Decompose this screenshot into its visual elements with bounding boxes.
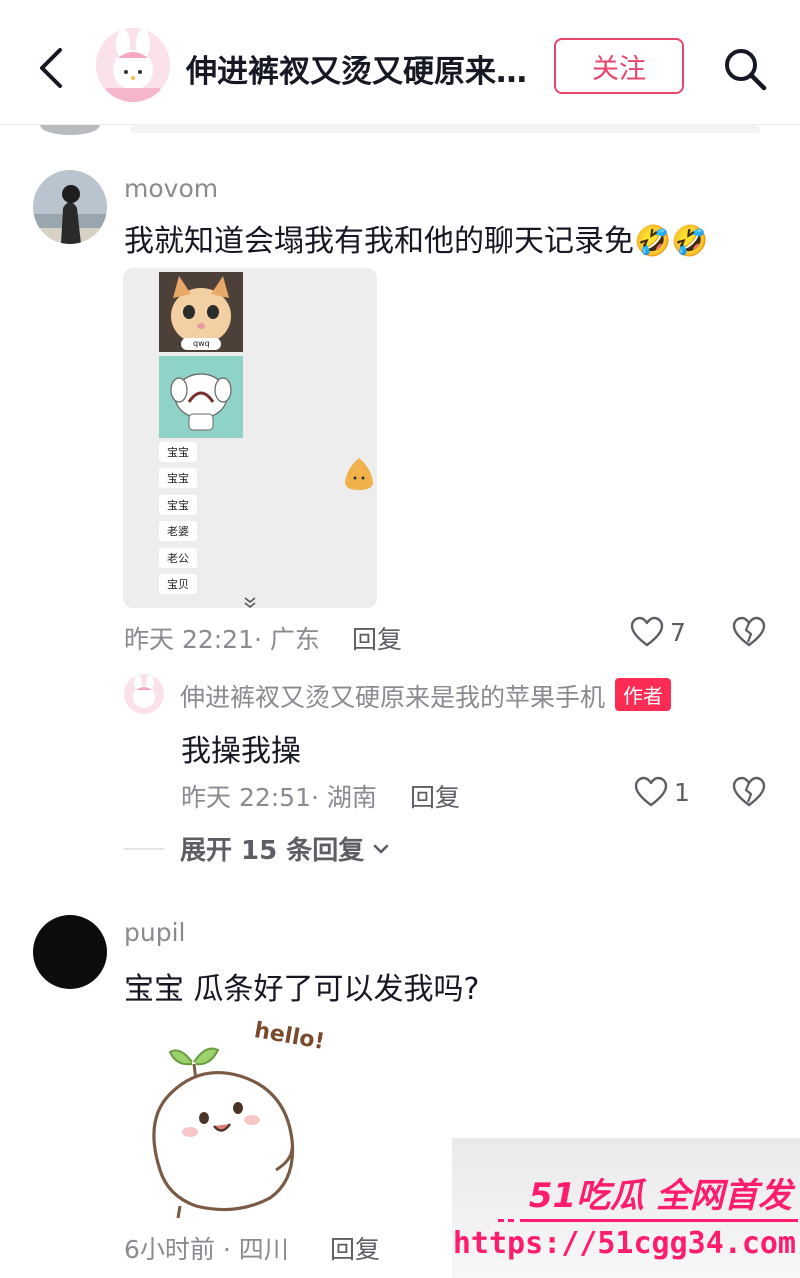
author-avatar[interactable]: [96, 28, 170, 102]
chat-message: 宝宝: [159, 442, 197, 462]
laughing-crying-emoji: 🤣🤣: [634, 224, 709, 259]
sticker-caption: qwq: [193, 339, 210, 348]
chat-message: 宝贝: [159, 574, 197, 594]
reply-button[interactable]: 回复: [352, 620, 402, 656]
chat-message: 宝宝: [159, 468, 197, 488]
chevron-down-icon: [373, 844, 389, 853]
search-icon: [725, 49, 767, 91]
reply-text: 我操我操: [181, 734, 301, 769]
chat-message: 老婆: [159, 521, 197, 541]
watermark-divider: [498, 1219, 798, 1222]
search-button[interactable]: [720, 44, 770, 94]
site-watermark: 51吃瓜 全网首发 https://51cgg34.com: [452, 1138, 800, 1278]
expand-replies-button[interactable]: 展开 15 条回复: [124, 830, 392, 867]
commenter-avatar[interactable]: [33, 170, 107, 244]
dislike-button[interactable]: [732, 776, 766, 812]
comment-meta: 6小时前 · 四川: [124, 1235, 289, 1264]
divider-line: [124, 847, 164, 850]
puppy-sticker: [159, 356, 243, 438]
commenter-avatar[interactable]: [33, 915, 107, 989]
watermark-title: 51吃瓜 全网首发: [528, 1176, 792, 1216]
reply-button[interactable]: 回复: [330, 1230, 380, 1266]
comment-text: 宝宝 瓜条好了可以发我吗?: [124, 972, 480, 1007]
expand-down-icon[interactable]: [241, 594, 259, 608]
comment-username[interactable]: movom: [124, 174, 218, 203]
follow-button[interactable]: 关注: [554, 38, 684, 94]
reply-meta: 昨天 22:51· 湖南: [181, 783, 377, 812]
comment-meta: 昨天 22:21· 广东: [124, 625, 320, 654]
like-button[interactable]: 1: [634, 776, 690, 808]
broken-heart-icon: [732, 616, 766, 647]
chat-screenshot-image[interactable]: qwq 宝宝 宝宝 宝宝 老婆 老公 宝贝: [123, 268, 377, 608]
kitten-sticker: qwq: [159, 272, 243, 352]
chat-message: 老公: [159, 548, 197, 568]
reply-author-avatar[interactable]: [124, 674, 164, 714]
heart-icon: [630, 616, 664, 647]
reply-username[interactable]: 伸进裤衩又烫又硬原来是我的苹果手机 作者: [180, 678, 672, 714]
back-button[interactable]: [32, 44, 72, 92]
chat-message: 宝宝: [159, 495, 197, 515]
hello-sticker-image[interactable]: hello!: [140, 1018, 330, 1220]
chat-other-avatar: [343, 456, 375, 492]
like-button[interactable]: 7: [630, 616, 686, 648]
like-count: 1: [674, 777, 690, 807]
like-count: 7: [670, 617, 686, 647]
header-bar: 伸进裤衩又烫又硬原来是... 关注: [0, 0, 800, 125]
heart-icon: [634, 776, 668, 807]
comment-body: 我就知道会塌我有我和他的聊天记录免: [124, 224, 634, 259]
reply-button[interactable]: 回复: [410, 778, 460, 814]
watermark-url: https://51cgg34.com: [452, 1226, 796, 1261]
author-badge: 作者: [615, 678, 672, 711]
dislike-button[interactable]: [732, 616, 766, 652]
comment-text: 我就知道会塌我有我和他的聊天记录免🤣🤣: [124, 216, 709, 260]
expand-replies-label: 展开 15 条回复: [180, 836, 365, 866]
chevron-left-icon: [40, 48, 62, 88]
post-title: 伸进裤衩又烫又硬原来是...: [186, 54, 536, 90]
comment-username[interactable]: pupil: [124, 918, 185, 947]
previous-comment-remnant: [0, 124, 800, 138]
reply-username-text: 伸进裤衩又烫又硬原来是我的苹果手机: [180, 683, 606, 712]
broken-heart-icon: [732, 776, 766, 807]
